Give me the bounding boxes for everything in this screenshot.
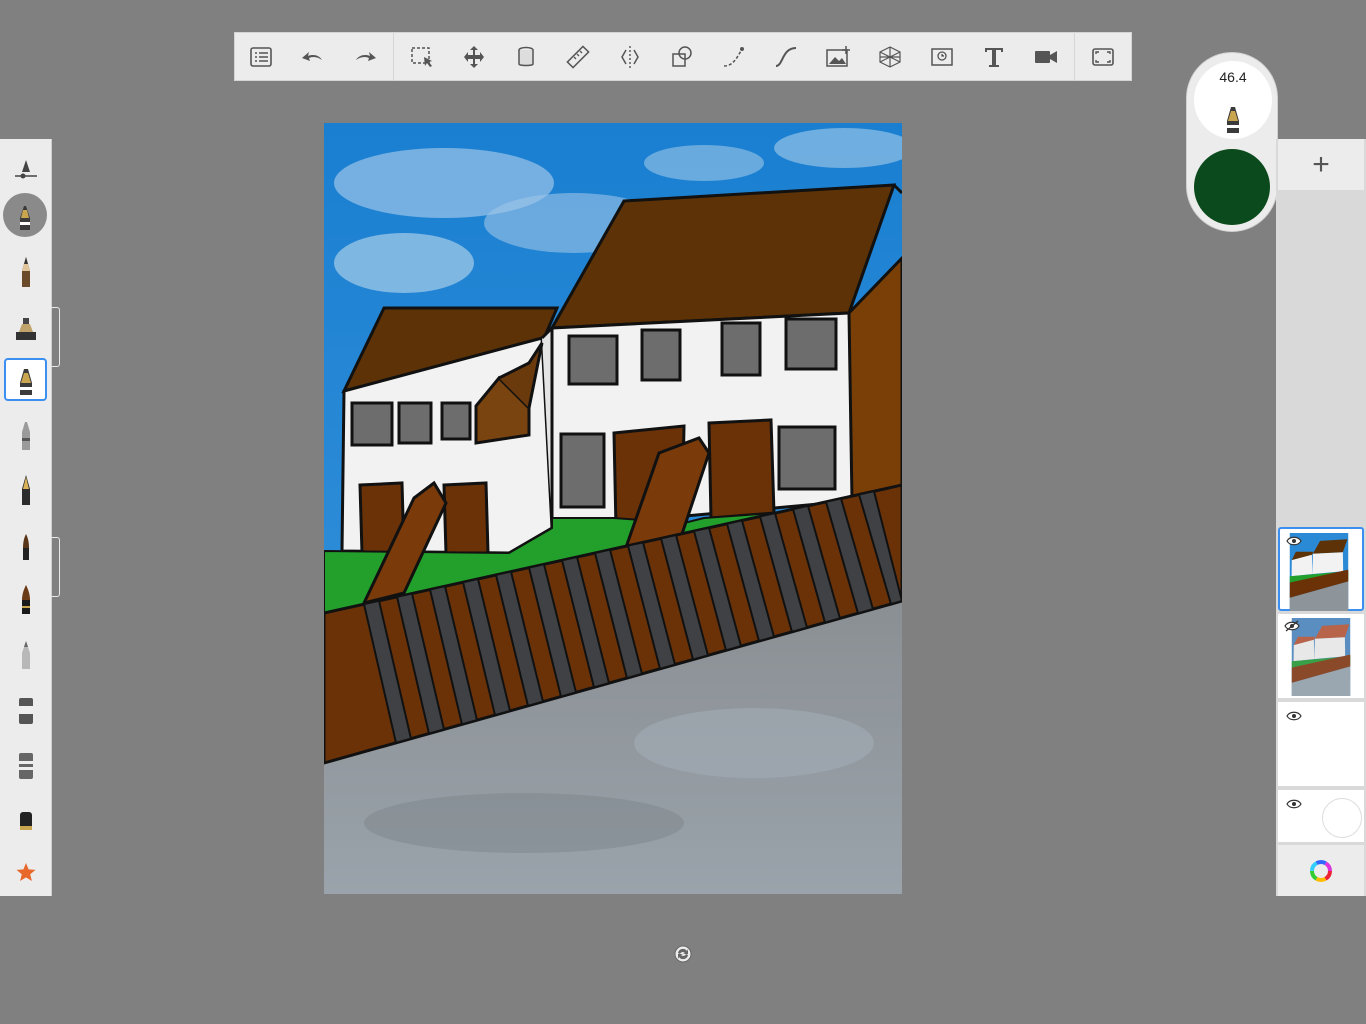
- ink-brush[interactable]: [4, 577, 47, 620]
- text-button[interactable]: [968, 32, 1020, 81]
- technical-pen-brush[interactable]: [4, 413, 47, 456]
- ruler-button[interactable]: [552, 32, 604, 81]
- paintbrush-brush[interactable]: [4, 523, 47, 566]
- blender-brush[interactable]: [4, 687, 47, 730]
- current-brush[interactable]: [3, 193, 47, 237]
- hidden-eye-icon[interactable]: [1284, 620, 1300, 632]
- airbrush-icon: [19, 368, 32, 395]
- visibility-eye-icon[interactable]: [1286, 535, 1302, 547]
- pencil-brush[interactable]: [4, 250, 47, 293]
- brush-puck: 46.4: [1186, 52, 1278, 232]
- timelapse-button[interactable]: [916, 32, 968, 81]
- stroke-icon: [723, 46, 744, 67]
- soft-pencil-brush[interactable]: [4, 632, 47, 675]
- symmetry-icon: [621, 45, 639, 68]
- blender-icon: [18, 697, 33, 724]
- airbrush-icon: [1227, 107, 1239, 133]
- star-icon: [16, 862, 35, 881]
- undo-icon: [302, 51, 322, 61]
- technical-pen-icon: [21, 421, 30, 450]
- ruler-icon: [566, 44, 590, 69]
- main-toolbar: [234, 32, 1132, 81]
- visibility-eye-icon[interactable]: [1286, 710, 1302, 722]
- fill-button[interactable]: [500, 32, 552, 81]
- smudge-brush[interactable]: [4, 742, 47, 785]
- fountain-pen-icon: [21, 474, 30, 505]
- current-color-swatch[interactable]: [1194, 149, 1270, 225]
- layer-thumbnail[interactable]: [1278, 527, 1364, 611]
- brush-size-puck[interactable]: 46.4: [1194, 61, 1272, 139]
- add-layer-button[interactable]: +: [1278, 139, 1364, 190]
- move-icon: [464, 45, 484, 68]
- redo-icon: [356, 51, 376, 61]
- fountain-pen-brush[interactable]: [4, 468, 47, 511]
- fullscreen-icon: [1092, 47, 1114, 66]
- brush-library: [0, 139, 52, 896]
- airbrush-brush[interactable]: [4, 358, 47, 401]
- toolbar-divider: [393, 32, 394, 81]
- shapes-button[interactable]: [656, 32, 708, 81]
- toolbar-divider: [1074, 32, 1075, 81]
- transform-button[interactable]: [448, 32, 500, 81]
- paint-bucket-icon: [518, 46, 534, 66]
- paintbrush-icon: [22, 533, 29, 560]
- color-wheel-icon: [1310, 859, 1332, 882]
- airbrush-icon: [20, 206, 30, 230]
- record-button[interactable]: [1020, 32, 1072, 81]
- ink-brush-icon: [21, 584, 30, 614]
- symmetry-button[interactable]: [604, 32, 656, 81]
- visibility-eye-icon[interactable]: [1286, 798, 1302, 810]
- brush-properties-icon: [14, 159, 37, 178]
- timelapse-icon: [931, 47, 953, 66]
- selection-icon: [411, 46, 432, 67]
- favorites-button[interactable]: [4, 851, 47, 894]
- rotate-reset-icon[interactable]: [674, 945, 692, 963]
- shapes-icon: [672, 45, 692, 67]
- import-image-button[interactable]: [812, 32, 864, 81]
- brush-properties-button[interactable]: [4, 145, 47, 188]
- redo-button[interactable]: [339, 32, 391, 81]
- fullscreen-button[interactable]: [1077, 32, 1129, 81]
- background-layer[interactable]: [1278, 790, 1364, 842]
- perspective-button[interactable]: [864, 32, 916, 81]
- drawing-canvas[interactable]: [324, 123, 902, 894]
- curve-button[interactable]: [760, 32, 812, 81]
- marker-brush[interactable]: [4, 305, 47, 348]
- layer-thumbnail[interactable]: [1278, 614, 1364, 698]
- marker-icon: [15, 317, 36, 340]
- video-camera-icon: [1035, 50, 1057, 63]
- soft-pencil-icon: [21, 640, 30, 669]
- brush-opacity-slider-handle[interactable]: [51, 537, 60, 597]
- curve-icon: [775, 46, 797, 67]
- list-icon: [250, 46, 272, 67]
- eraser-icon: [19, 811, 32, 830]
- artwork: [324, 123, 902, 894]
- eraser-brush[interactable]: [4, 797, 47, 840]
- selection-button[interactable]: [396, 32, 448, 81]
- color-editor-button[interactable]: [1278, 845, 1364, 896]
- stroke-button[interactable]: [708, 32, 760, 81]
- layer-thumbnail[interactable]: [1278, 702, 1364, 786]
- background-color-swatch[interactable]: [1322, 798, 1362, 838]
- brush-size-value: 46.4: [1219, 69, 1247, 85]
- gallery-button[interactable]: [235, 32, 287, 81]
- brush-size-slider-handle[interactable]: [51, 307, 60, 367]
- pencil-icon: [21, 256, 30, 287]
- smudge-icon: [18, 752, 33, 779]
- perspective-grid-icon: [879, 45, 901, 68]
- text-icon: [985, 47, 1003, 67]
- undo-button[interactable]: [287, 32, 339, 81]
- image-icon: [826, 45, 850, 67]
